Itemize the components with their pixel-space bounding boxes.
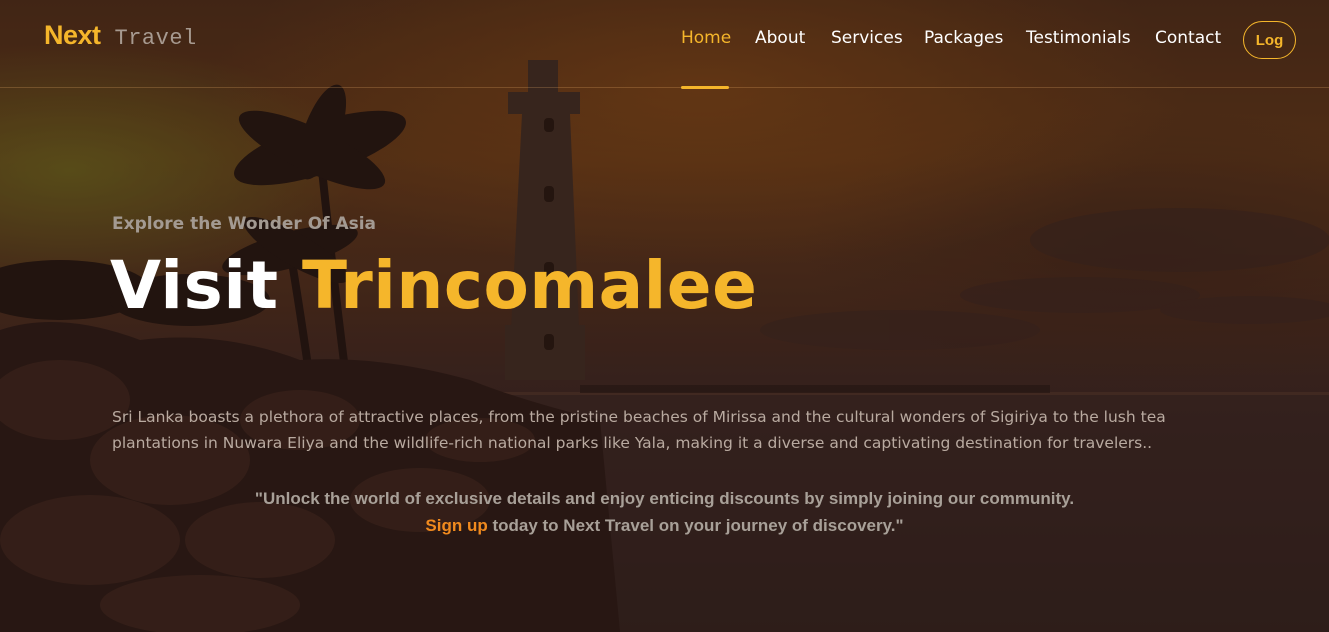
cta-line-2: Sign up today to Next Travel on your jou… [0, 512, 1329, 539]
brand-name-secondary: Travel [114, 26, 197, 51]
login-button[interactable]: Log [1243, 21, 1296, 59]
nav-link-testimonials[interactable]: Testimonials [1026, 28, 1131, 48]
hero-title: Visit Trincomalee [110, 247, 758, 324]
brand-logo[interactable]: Next Travel [44, 20, 197, 51]
cta-line-1: "Unlock the world of exclusive details a… [254, 489, 1075, 508]
nav-link-packages[interactable]: Packages [924, 28, 1003, 48]
top-navbar: Next Travel Home About Services Packages… [0, 0, 1329, 89]
signup-callout: "Unlock the world of exclusive details a… [0, 485, 1329, 539]
hero-title-prefix: Visit [110, 247, 279, 324]
signup-link[interactable]: Sign up [425, 516, 487, 535]
nav-link-services[interactable]: Services [831, 28, 903, 48]
nav-link-contact[interactable]: Contact [1155, 28, 1221, 48]
hero-title-accent: Trincomalee [301, 247, 758, 324]
brand-name-primary: Next [44, 20, 101, 50]
active-nav-indicator [681, 86, 729, 89]
hero-eyebrow: Explore the Wonder Of Asia [112, 214, 377, 234]
cta-line-2-text: today to Next Travel on your journey of … [487, 516, 904, 535]
nav-link-about[interactable]: About [755, 28, 805, 48]
hero-description: Sri Lanka boasts a plethora of attractiv… [112, 408, 1166, 452]
nav-link-home[interactable]: Home [681, 28, 731, 48]
